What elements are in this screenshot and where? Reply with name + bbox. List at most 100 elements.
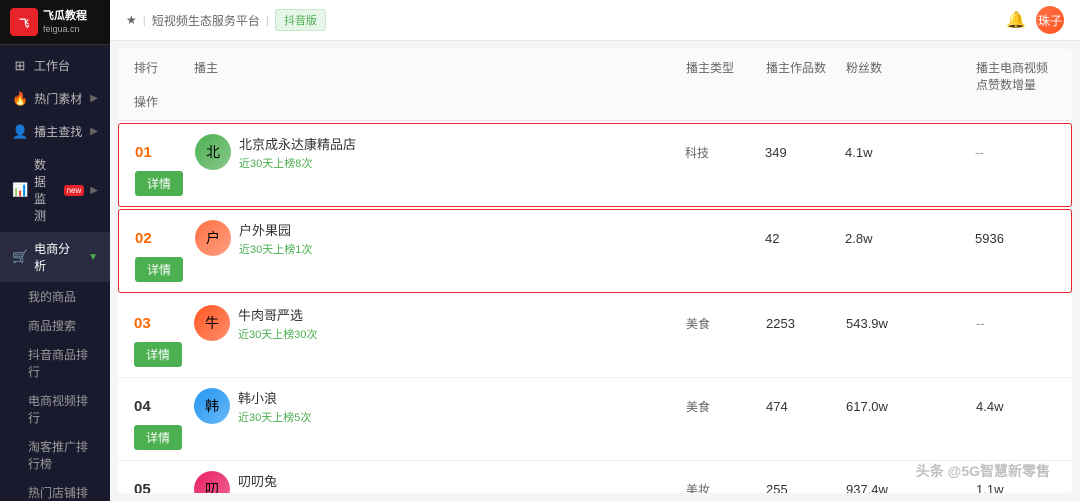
- views-count: 5936: [975, 231, 1055, 246]
- sidebar-item-data-monitor[interactable]: 📊 数据监测 new ▶: [0, 148, 110, 232]
- fans-count: 937.4w: [846, 482, 976, 493]
- sidebar-item-my-products[interactable]: 我的商品: [0, 282, 110, 311]
- views-count: --: [975, 145, 1055, 160]
- label-ecom-video: 电商视频排行: [28, 394, 88, 425]
- avatar: 北: [195, 134, 231, 170]
- fans-count: 4.1w: [845, 145, 975, 160]
- chevron-right-icon: ▶: [90, 93, 98, 104]
- action-cell: 详情: [135, 171, 195, 196]
- avatar: 户: [195, 220, 231, 256]
- works-count: 2253: [766, 316, 846, 331]
- influencer-cell: 户 户外果园 近30天上榜1次: [195, 220, 415, 257]
- sidebar-item-influencer[interactable]: 👤 播主查找 ▶: [0, 115, 110, 148]
- table-area: 排行 播主 播主类型 播主作品数 粉丝数 播主电商视频点赞数增量 操作 01 北…: [118, 49, 1072, 493]
- sidebar-item-hot-material[interactable]: 🔥 热门素材 ▶: [0, 82, 110, 115]
- data-icon: 📊: [12, 182, 28, 198]
- detail-button[interactable]: 详情: [134, 342, 182, 367]
- influencer-icon: 👤: [12, 124, 28, 140]
- fans-count: 617.0w: [846, 399, 976, 414]
- influencer-info: 韩小浪 近30天上榜5次: [238, 388, 311, 425]
- user-name: 珠子: [1038, 12, 1062, 29]
- influencer-name: 韩小浪: [238, 388, 311, 407]
- col-type: 播主类型: [686, 59, 766, 93]
- works-count: 42: [765, 231, 845, 246]
- influencer-sub: 近30天上榜12次: [238, 492, 317, 493]
- col-influencer: 播主: [194, 59, 414, 93]
- sidebar-label-workspace: 工作台: [34, 57, 70, 74]
- influencer-info: 牛肉哥严选 近30天上榜30次: [238, 305, 317, 342]
- influencer-type: 美妆: [686, 481, 766, 493]
- breadcrumb-platform: 短视频生态服务平台: [152, 12, 260, 29]
- views-count: 1.1w: [976, 482, 1056, 493]
- logo-icon: 飞: [10, 8, 38, 36]
- influencer-info: 叨叨兔 近30天上榜12次: [238, 471, 317, 493]
- action-cell: 详情: [135, 257, 195, 282]
- action-cell: 详情: [134, 342, 194, 367]
- sidebar-item-ecom-rank[interactable]: 抖音商品排行: [0, 340, 110, 386]
- label-ecom-rank: 抖音商品排行: [28, 348, 88, 379]
- header-right: 🔔 珠子: [1006, 6, 1064, 34]
- main-content: ★ | 短视频生态服务平台 | 抖音版 🔔 珠子 排行 播主 播主类型 播主作品…: [110, 0, 1080, 501]
- influencer-name: 叨叨兔: [238, 471, 317, 490]
- sidebar-logo: 飞 飞瓜教程 feigua.cn: [0, 0, 110, 45]
- influencer-type: 美食: [686, 315, 766, 332]
- detail-button[interactable]: 详情: [134, 425, 182, 450]
- table-row: 05 叨 叨叨兔 近30天上榜12次 美妆 255 937.4w 1.1w 详情: [118, 461, 1072, 493]
- sidebar-label-data: 数据监测: [34, 156, 56, 224]
- influencer-cell: 北 北京成永达康精品店 近30天上榜8次: [195, 134, 415, 171]
- chevron-right-icon3: ▶: [90, 185, 98, 196]
- chevron-right-icon2: ▶: [90, 126, 98, 137]
- table-row: 04 韩 韩小浪 近30天上榜5次 美食 474 617.0w 4.4w 详情: [118, 378, 1072, 461]
- new-badge: new: [64, 185, 85, 196]
- logo-text: 飞瓜教程: [43, 10, 87, 23]
- influencer-sub: 近30天上榜30次: [238, 326, 317, 342]
- breadcrumb-home: ★: [126, 13, 137, 27]
- col-empty: [414, 59, 686, 93]
- influencer-sub: 近30天上榜8次: [239, 155, 356, 171]
- influencer-type: 科技: [685, 144, 765, 161]
- fans-count: 543.9w: [846, 316, 976, 331]
- platform-badge: 抖音版: [275, 9, 326, 31]
- table-row: 01 北 北京成永达康精品店 近30天上榜8次 科技 349 4.1w -- 详…: [118, 123, 1072, 207]
- influencer-type: 美食: [686, 398, 766, 415]
- col-views: 播主电商视频点赞数增量: [976, 59, 1056, 93]
- col-works: 播主作品数: [766, 59, 846, 93]
- works-count: 255: [766, 482, 846, 493]
- views-count: --: [976, 316, 1056, 331]
- label-taoke: 淘客推广排行榜: [28, 440, 88, 471]
- logo-sub: feigua.cn: [43, 24, 87, 34]
- influencer-cell: 韩 韩小浪 近30天上榜5次: [194, 388, 414, 425]
- table-row: 02 户 户外果园 近30天上榜1次 42 2.8w 5936 详情: [118, 209, 1072, 293]
- sidebar-item-workspace[interactable]: ⊞ 工作台: [0, 49, 110, 82]
- avatar: 韩: [194, 388, 230, 424]
- influencer-sub: 近30天上榜5次: [238, 409, 311, 425]
- influencer-cell: 叨 叨叨兔 近30天上榜12次: [194, 471, 414, 493]
- action-cell: 详情: [134, 425, 194, 450]
- sidebar-item-ecom[interactable]: 🛒 电商分析 ▼: [0, 232, 110, 282]
- table-row: 03 牛 牛肉哥严选 近30天上榜30次 美食 2253 543.9w -- 详…: [118, 295, 1072, 378]
- detail-button[interactable]: 详情: [135, 171, 183, 196]
- col-action: 操作: [134, 93, 194, 110]
- influencer-name: 户外果园: [239, 220, 312, 239]
- label-product-search: 商品搜索: [28, 319, 76, 333]
- user-avatar[interactable]: 珠子: [1036, 6, 1064, 34]
- sidebar: 飞 飞瓜教程 feigua.cn ⊞ 工作台 🔥 热门素材 ▶ 👤 播主查找 ▶…: [0, 0, 110, 501]
- sidebar-label-ecom: 电商分析: [34, 240, 82, 274]
- workspace-icon: ⊞: [12, 58, 28, 74]
- sidebar-item-taoke[interactable]: 淘客推广排行榜: [0, 432, 110, 478]
- works-count: 349: [765, 145, 845, 160]
- influencer-name: 北京成永达康精品店: [239, 134, 356, 153]
- detail-button[interactable]: 详情: [135, 257, 183, 282]
- sidebar-item-shop[interactable]: 热门店铺排行榜: [0, 478, 110, 501]
- col-fans: 粉丝数: [846, 59, 976, 93]
- label-shop: 热门店铺排行榜: [28, 486, 88, 501]
- sidebar-label-hot: 热门素材: [34, 90, 82, 107]
- sidebar-item-product-search[interactable]: 商品搜索: [0, 311, 110, 340]
- influencer-sub: 近30天上榜1次: [239, 241, 312, 257]
- col-rank: 排行: [134, 59, 194, 93]
- sidebar-item-ecom-video[interactable]: 电商视频排行: [0, 386, 110, 432]
- notification-icon[interactable]: 🔔: [1006, 10, 1026, 30]
- chevron-down-icon: ▼: [88, 252, 98, 263]
- rank-number: 05: [134, 481, 194, 493]
- influencer-info: 北京成永达康精品店 近30天上榜8次: [239, 134, 356, 171]
